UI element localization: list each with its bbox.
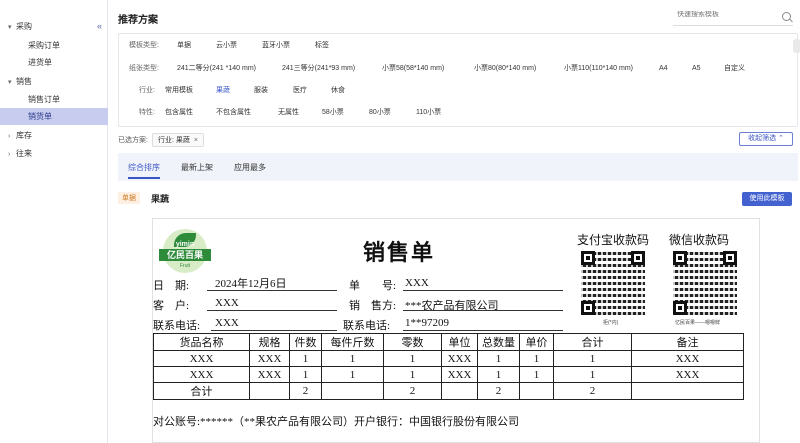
sort-option-most-used[interactable]: 应用最多 — [234, 162, 266, 173]
document-title: 销售单 — [363, 240, 436, 265]
order-no-label: 单 号: — [349, 280, 397, 292]
alipay-qr-code — [581, 251, 645, 315]
filter-option[interactable]: 80小票 — [369, 104, 391, 122]
filter-panel: 模板类型: 单据 云小票 蓝牙小票 标签 纸张类型: 241二等分(241 *1… — [118, 33, 800, 127]
seller-phone-value: 1**97209 — [405, 317, 449, 329]
search-input[interactable] — [673, 11, 773, 18]
template-preview[interactable]: yimin 亿民百果 Fruit 销售单 支付宝收款码 微信收款码 拒(*内) … — [152, 218, 760, 443]
sort-option-newest[interactable]: 最新上架 — [181, 162, 213, 173]
chevron-up-icon: ⌃ — [778, 135, 784, 142]
brand-logo: yimin 亿民百果 Fruit — [159, 229, 211, 275]
filter-option[interactable]: 单据 — [177, 37, 191, 55]
collapse-filter-button[interactable]: 收起筛选 ⌃ — [739, 132, 793, 146]
filter-option[interactable]: 小票80(80*140 mm) — [474, 60, 536, 78]
wechat-qr-code — [673, 251, 737, 315]
contact-phone-label: 联系电话: — [153, 320, 201, 332]
filter-option[interactable]: 不包含属性 — [216, 104, 251, 122]
table-row: XXX XXX 1 1 1 XXX 1 1 1 XXX — [153, 350, 744, 367]
alipay-label: 支付宝收款码 — [577, 233, 650, 247]
filter-option[interactable]: 241三等分(241*93 mm) — [282, 60, 355, 78]
sidebar-item-purchase-order[interactable]: 采购订单 — [0, 37, 108, 54]
bank-account-line: 对公账号:******（**果农产品有限公司）开户银行：中国银行股份有限公司 — [153, 416, 520, 428]
seller-phone-label: 联系电话: — [343, 320, 391, 332]
customer-value: XXX — [215, 297, 239, 309]
caret-right-icon: › — [8, 133, 11, 140]
date-value: 2024年12月6日 — [215, 278, 287, 290]
sidebar-item-sales-receipt[interactable]: 销货单 — [0, 108, 108, 125]
sidebar: « ▾ 采购 采购订单 进货单 ▾ 销售 销售订单 销货单 › 库存 › 往来 — [0, 0, 108, 443]
caret-right-icon: › — [8, 151, 11, 158]
date-label: 日 期: — [153, 280, 190, 292]
goods-table: 货品名称 规格 件数 每件斤数 零数 单位 总数量 单价 合计 备注 XXX XX… — [153, 333, 744, 400]
sidebar-group-accounts[interactable]: › 往来 — [8, 148, 32, 159]
seller-label: 销 售方: — [349, 300, 397, 312]
filter-option[interactable]: A4 — [659, 60, 668, 78]
caret-down-icon: ▾ — [8, 24, 12, 31]
wechat-label: 微信收款码 — [669, 233, 730, 247]
filter-option[interactable]: 自定义 — [724, 60, 745, 78]
filter-row-industry: 行业: 常用模板 果蔬 服装 医疗 休食 — [119, 82, 799, 100]
app-root: « ▾ 采购 采购订单 进货单 ▾ 销售 销售订单 销货单 › 库存 › 往来 推荐方案… — [0, 0, 800, 443]
filter-option-selected[interactable]: 果蔬 — [216, 82, 230, 100]
filter-option[interactable]: 无属性 — [278, 104, 299, 122]
table-total-row: 合计 2 2 2 2 — [153, 382, 744, 400]
order-no-value: XXX — [405, 277, 429, 289]
wechat-qr-caption: 亿民百果——嗯嗯鲜 — [675, 320, 721, 326]
sort-option-comprehensive[interactable]: 综合排序 — [128, 162, 160, 179]
filter-option[interactable]: 包含属性 — [165, 104, 193, 122]
sidebar-group-sales[interactable]: ▾ 销售 — [8, 76, 32, 87]
chosen-filters: 已选方案: 行业: 果蔬 × — [118, 133, 204, 147]
filter-option[interactable]: 小票58(58*140 mm) — [382, 60, 444, 78]
filter-option[interactable]: 医疗 — [293, 82, 307, 100]
filter-row-template-type: 模板类型: 单据 云小票 蓝牙小票 标签 — [119, 37, 800, 55]
scrollbar[interactable] — [793, 39, 800, 53]
page-title: 推荐方案 — [118, 15, 158, 26]
filter-option[interactable]: 云小票 — [216, 37, 237, 55]
filter-option[interactable]: 服装 — [254, 82, 268, 100]
table-header-row: 货品名称 规格 件数 每件斤数 零数 单位 总数量 单价 合计 备注 — [153, 333, 744, 351]
template-name: 果蔬 — [151, 194, 170, 204]
filter-option[interactable]: A5 — [692, 60, 701, 78]
sidebar-group-inventory[interactable]: › 库存 — [8, 130, 32, 141]
filter-tag[interactable]: 行业: 果蔬 × — [151, 133, 204, 147]
sort-bar: 综合排序 最新上架 应用最多 — [118, 153, 798, 181]
filter-option[interactable]: 58小票 — [322, 104, 344, 122]
filter-option[interactable]: 小票110(110*140 mm) — [564, 60, 633, 78]
table-row: XXX XXX 1 1 1 XXX 1 1 1 XXX — [153, 366, 744, 383]
caret-down-icon: ▾ — [8, 79, 12, 86]
search-icon[interactable] — [782, 12, 791, 21]
filter-option[interactable]: 241二等分(241 *140 mm) — [177, 60, 256, 78]
filter-row-paper-type: 纸张类型: 241二等分(241 *140 mm) 241三等分(241*93 … — [119, 60, 799, 78]
double-chevron-left-icon[interactable]: « — [97, 21, 102, 31]
main-panel: 推荐方案 模板类型: 单据 云小票 蓝牙小票 标签 纸张类型: 241二等分(2… — [108, 0, 800, 443]
customer-label: 客 户: — [153, 300, 190, 312]
close-icon[interactable]: × — [194, 137, 198, 144]
contact-phone-value: XXX — [215, 317, 239, 329]
filter-option[interactable]: 蓝牙小票 — [262, 37, 290, 55]
template-badge: 单据 — [118, 192, 140, 204]
use-template-button[interactable]: 使用此模板 — [742, 192, 792, 206]
sidebar-item-purchase-receipt[interactable]: 进货单 — [0, 54, 108, 71]
filter-option[interactable]: 休食 — [331, 82, 345, 100]
search-box — [673, 9, 793, 26]
filter-option[interactable]: 标签 — [315, 37, 329, 55]
filter-row-feature: 特性: 包含属性 不包含属性 无属性 58小票 80小票 110小票 — [119, 104, 799, 122]
filter-option[interactable]: 110小票 — [416, 104, 441, 122]
sidebar-group-purchase[interactable]: ▾ 采购 — [8, 21, 32, 32]
sidebar-item-sales-order[interactable]: 销售订单 — [0, 91, 108, 108]
alipay-qr-caption: 拒(*内) — [603, 320, 619, 326]
filter-option[interactable]: 常用模板 — [165, 82, 193, 100]
